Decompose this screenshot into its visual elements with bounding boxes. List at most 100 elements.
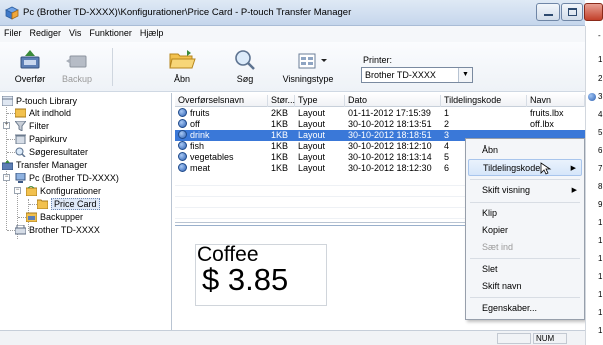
folder-icon bbox=[36, 199, 49, 210]
menu-functions[interactable]: Funktioner bbox=[85, 26, 136, 38]
menu-file[interactable]: Filer bbox=[0, 26, 26, 38]
cell-name: drink bbox=[190, 130, 210, 140]
table-row[interactable]: fruits 2KB Layout 01-11-2012 17:15:39 1 … bbox=[175, 108, 585, 119]
cell-type: Layout bbox=[298, 152, 326, 162]
window-title: Pc (Brother TD-XXXX)\Konfigurationer\Pri… bbox=[23, 7, 352, 18]
preview-item-price: $ 3.85 bbox=[202, 262, 289, 297]
menu-item-rename[interactable]: Skift navn bbox=[468, 278, 582, 295]
bg-number: 4 bbox=[598, 110, 603, 119]
bg-number: 1 bbox=[598, 326, 603, 335]
bg-number: 1 bbox=[598, 218, 603, 227]
bg-number: 1 bbox=[598, 254, 603, 263]
col-header-transfer-name[interactable]: Overførselsnavn bbox=[175, 95, 268, 107]
cell-code: 2 bbox=[444, 119, 450, 129]
tree-item-filter[interactable]: Filter bbox=[13, 120, 49, 132]
minimize-button[interactable] bbox=[536, 3, 560, 21]
title-bar: Pc (Brother TD-XXXX)\Konfigurationer\Pri… bbox=[0, 0, 585, 26]
menu-view[interactable]: Vis bbox=[65, 26, 85, 38]
bg-number: - bbox=[598, 31, 601, 40]
tree-item-search-results[interactable]: Søgeresultater bbox=[15, 146, 88, 158]
menu-item-copy[interactable]: Kopier bbox=[468, 222, 582, 239]
menu-item-cut[interactable]: Klip bbox=[468, 205, 582, 222]
cell-date: 30-10-2012 18:13:51 bbox=[348, 119, 432, 129]
open-folder-icon bbox=[167, 48, 197, 72]
bg-number: 2 bbox=[598, 74, 603, 83]
view-type-label: Visningstype bbox=[282, 74, 334, 84]
col-header-size[interactable]: Stør... bbox=[268, 95, 295, 107]
search-label: Søg bbox=[236, 74, 254, 84]
transfer-button[interactable]: Overfør bbox=[10, 44, 50, 90]
file-list-header: Overførselsnavn Stør... Type Dato Tildel… bbox=[175, 93, 585, 107]
cell-type: Layout bbox=[298, 119, 326, 129]
menu-item-assign-code[interactable]: Tildelingskode ▶ bbox=[468, 159, 582, 176]
cell-code: 1 bbox=[444, 108, 450, 118]
tree-item-trash[interactable]: Papirkurv bbox=[15, 133, 67, 145]
toolbar: Overfør Backup Åbn Søg Visningstype Prin… bbox=[0, 42, 585, 92]
close-button[interactable] bbox=[584, 3, 603, 21]
tree-label: Konfigurationer bbox=[40, 186, 102, 196]
tree-item-library[interactable]: P-touch Library bbox=[1, 95, 78, 107]
cell-type: Layout bbox=[298, 163, 326, 173]
maximize-button[interactable] bbox=[561, 3, 583, 21]
tree-item-transfer-manager[interactable]: Transfer Manager bbox=[1, 159, 88, 171]
table-row[interactable]: off 1KB Layout 30-10-2012 18:13:51 2 off… bbox=[175, 119, 585, 130]
tree-label: P-touch Library bbox=[16, 96, 78, 106]
backup-button[interactable]: Backup bbox=[57, 44, 97, 90]
collapse-configs-toggle[interactable]: − bbox=[14, 187, 21, 194]
col-header-type[interactable]: Type bbox=[295, 95, 345, 107]
expand-filter-toggle[interactable]: + bbox=[3, 122, 10, 129]
cell-name: fruits bbox=[190, 108, 210, 118]
menu-edit[interactable]: Rediger bbox=[26, 26, 66, 38]
col-header-name[interactable]: Navn bbox=[527, 95, 585, 107]
context-menu: Åbn Tildelingskode ▶ Skift visning ▶ Kli… bbox=[465, 138, 585, 320]
cell-code: 4 bbox=[444, 141, 450, 151]
cell-size: 1KB bbox=[271, 130, 289, 140]
tree-label: Papirkurv bbox=[29, 134, 68, 144]
open-button[interactable]: Åbn bbox=[165, 44, 199, 90]
col-header-date[interactable]: Dato bbox=[345, 95, 441, 107]
bg-number: 8 bbox=[598, 182, 603, 191]
cell-code: 3 bbox=[444, 130, 450, 140]
menu-item-delete[interactable]: Slet bbox=[468, 261, 582, 278]
tree-label: Søgeresultater bbox=[29, 147, 89, 157]
tree-label: Brother TD-XXXX bbox=[29, 225, 100, 235]
cell-date: 30-10-2012 18:18:51 bbox=[348, 130, 432, 140]
cell-size: 2KB bbox=[271, 108, 289, 118]
status-bar: NUM bbox=[0, 330, 585, 345]
menu-item-open[interactable]: Åbn bbox=[468, 142, 582, 159]
col-header-assign-code[interactable]: Tildelingskode bbox=[441, 95, 527, 107]
printer-selected-value: Brother TD-XXXX bbox=[365, 70, 436, 80]
menu-item-change-view[interactable]: Skift visning ▶ bbox=[468, 182, 582, 199]
cell-size: 1KB bbox=[271, 141, 289, 151]
tree-label: Transfer Manager bbox=[16, 160, 88, 170]
layout-file-icon bbox=[178, 108, 187, 117]
cell-size: 1KB bbox=[271, 163, 289, 173]
menu-item-paste[interactable]: Sæt ind bbox=[468, 239, 582, 256]
cell-type: Layout bbox=[298, 130, 326, 140]
cell-code: 5 bbox=[444, 152, 450, 162]
printer-select[interactable]: Brother TD-XXXX ▼ bbox=[361, 67, 473, 83]
cell-type: Layout bbox=[298, 108, 326, 118]
cell-name: meat bbox=[190, 163, 211, 173]
cell-file: off.lbx bbox=[530, 119, 554, 129]
search-button[interactable]: Søg bbox=[228, 44, 262, 90]
tree-label: Alt indhold bbox=[29, 108, 72, 118]
cell-file: fruits.lbx bbox=[530, 108, 564, 118]
tree-item-configurations[interactable]: Konfigurationer bbox=[25, 185, 102, 197]
tree-item-backups[interactable]: Backupper bbox=[25, 211, 83, 223]
tree-item-pc[interactable]: Pc (Brother TD-XXXX) bbox=[15, 172, 119, 184]
tree-item-printer[interactable]: Brother TD-XXXX bbox=[14, 224, 100, 236]
menu-help[interactable]: Hjælp bbox=[136, 26, 168, 38]
layout-file-icon bbox=[178, 152, 187, 161]
computer-icon bbox=[15, 172, 26, 183]
bg-number: 1 bbox=[598, 308, 603, 317]
view-type-button[interactable]: Visningstype bbox=[276, 44, 340, 90]
cell-name: fish bbox=[190, 141, 205, 151]
tree-item-price-card[interactable]: Price Card bbox=[36, 198, 100, 210]
printer-label: Printer: bbox=[363, 55, 393, 65]
collapse-pc-toggle[interactable]: − bbox=[3, 174, 10, 181]
cell-code: 6 bbox=[444, 163, 450, 173]
tree-item-all-content[interactable]: Alt indhold bbox=[14, 107, 72, 119]
cell-type: Layout bbox=[298, 141, 326, 151]
menu-item-properties[interactable]: Egenskaber... bbox=[468, 300, 582, 317]
